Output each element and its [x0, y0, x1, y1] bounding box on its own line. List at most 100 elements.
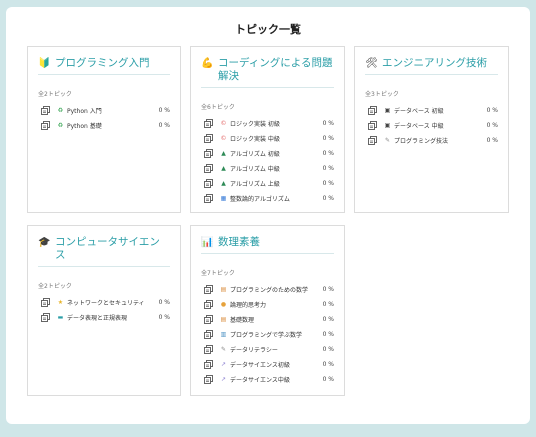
topic-icon: ▲	[221, 180, 226, 187]
documents-icon	[41, 313, 50, 322]
topic-icon: ▣	[384, 122, 391, 129]
topic-progress: 0 %	[322, 135, 334, 142]
category-icon: 📊	[201, 237, 214, 248]
topic-progress: 0 %	[322, 316, 334, 323]
topic-icon: ♻	[57, 107, 64, 114]
topic-label[interactable]: ロジック実装 初級	[230, 119, 314, 128]
topic-row[interactable]: ▲ アルゴリズム 上級 0 %	[201, 176, 334, 191]
topic-label[interactable]: データ表現と正規表現	[67, 313, 150, 322]
card-header[interactable]: 📊 数理素養	[201, 236, 334, 254]
topic-row[interactable]: ● 論理的思考力 0 %	[201, 297, 334, 312]
category-icon: 💪	[201, 58, 214, 69]
topic-row[interactable]: © ロジック実装 初級 0 %	[201, 116, 334, 131]
topic-progress: 0 %	[322, 286, 334, 293]
documents-icon	[204, 194, 213, 203]
topic-count: 全2トピック	[38, 283, 72, 290]
card-header[interactable]: 🎓 コンピュータサイエンス	[38, 236, 170, 267]
topic-progress: 0 %	[322, 150, 334, 157]
documents-icon	[204, 134, 213, 143]
topic-label[interactable]: プログラミング技法	[394, 136, 478, 145]
topic-row[interactable]: ↗ データサイエンス初級 0 %	[201, 357, 334, 372]
topic-label[interactable]: データサイエンス中級	[230, 375, 314, 384]
topic-row[interactable]: ✎ プログラミング技法 0 %	[365, 133, 498, 148]
page-title: トピック一覧	[235, 23, 301, 36]
topic-label[interactable]: 論理的思考力	[230, 300, 314, 309]
topic-progress: 0 %	[158, 314, 170, 321]
category-card: 🛠 エンジニアリング技術 全3トピック ▣ データベース 初級 0 % ▣ データベース 中級…	[354, 46, 509, 213]
category-title[interactable]: 数理素養	[218, 236, 260, 249]
topic-row[interactable]: ✎ データリテラシー 0 %	[201, 342, 334, 357]
category-icon: 🔰	[38, 58, 51, 69]
documents-icon	[204, 285, 213, 294]
documents-icon	[41, 121, 50, 130]
topic-row[interactable]: ▤ 基礎数理 0 %	[201, 312, 334, 327]
documents-icon	[204, 164, 213, 173]
documents-icon	[41, 298, 50, 307]
documents-icon	[204, 345, 213, 354]
topic-progress: 0 %	[158, 299, 170, 306]
topic-row[interactable]: ▬ データ表現と正規表現 0 %	[38, 310, 170, 325]
documents-icon	[368, 106, 377, 115]
topic-icon: ▤	[220, 316, 227, 323]
topic-row[interactable]: ▲ アルゴリズム 初級 0 %	[201, 146, 334, 161]
card-header[interactable]: 🛠 エンジニアリング技術	[365, 57, 498, 75]
topic-label[interactable]: アルゴリズム 中級	[230, 164, 314, 173]
topic-label[interactable]: プログラミングで学ぶ数学	[230, 330, 314, 339]
topic-count: 全7トピック	[201, 270, 235, 277]
topic-label[interactable]: データベース 中級	[394, 121, 478, 130]
card-header[interactable]: 💪 コーディングによる問題解決	[201, 57, 334, 88]
category-icon: 🎓	[38, 237, 51, 248]
topic-label[interactable]: Python 入門	[67, 106, 150, 115]
topic-progress: 0 %	[322, 346, 334, 353]
topic-icon: ©	[220, 120, 227, 127]
topic-label[interactable]: データサイエンス初級	[230, 360, 314, 369]
topic-progress: 0 %	[322, 301, 334, 308]
documents-icon	[368, 136, 377, 145]
topic-row[interactable]: ♻ Python 基礎 0 %	[38, 118, 170, 133]
topic-row[interactable]: © ロジック実装 中級 0 %	[201, 131, 334, 146]
topic-icon: ▣	[384, 107, 391, 114]
topic-label[interactable]: 基礎数理	[230, 315, 314, 324]
topic-label[interactable]: Python 基礎	[67, 121, 150, 130]
topic-row[interactable]: ▥ プログラミングで学ぶ数学 0 %	[201, 327, 334, 342]
topic-label[interactable]: プログラミングのための数学	[230, 285, 314, 294]
topic-count: 全2トピック	[38, 91, 72, 98]
topic-label[interactable]: ロジック実装 中級	[230, 134, 314, 143]
category-title[interactable]: コーディングによる問題解決	[218, 57, 334, 83]
category-icon: 🛠	[365, 58, 378, 69]
topic-row[interactable]: ▲ アルゴリズム 中級 0 %	[201, 161, 334, 176]
topic-progress: 0 %	[158, 122, 170, 129]
documents-icon	[204, 330, 213, 339]
topic-row[interactable]: ▣ データベース 初級 0 %	[365, 103, 498, 118]
category-title[interactable]: プログラミング入門	[55, 57, 150, 70]
topic-row[interactable]: ♻ Python 入門 0 %	[38, 103, 170, 118]
card-header[interactable]: 🔰 プログラミング入門	[38, 57, 170, 75]
topic-row[interactable]: ★ ネットワークとセキュリティ 0 %	[38, 295, 170, 310]
topic-progress: 0 %	[486, 122, 498, 129]
topic-icon: ✎	[220, 346, 227, 353]
documents-icon	[204, 315, 213, 324]
topic-label[interactable]: データベース 初級	[394, 106, 478, 115]
topic-progress: 0 %	[158, 107, 170, 114]
topic-icon: ↗	[220, 376, 227, 383]
documents-icon	[204, 360, 213, 369]
topic-progress: 0 %	[486, 107, 498, 114]
topic-row[interactable]: ↗ データサイエンス中級 0 %	[201, 372, 334, 387]
category-card: 🔰 プログラミング入門全2トピック ♻ Python 入門 0 % ♻ Python 基礎 0…	[27, 46, 181, 213]
topic-icon: ●	[220, 301, 227, 308]
topic-progress: 0 %	[322, 195, 334, 202]
topic-row[interactable]: ▤ プログラミングのための数学 0 %	[201, 282, 334, 297]
topic-label[interactable]: 整数論的アルゴリズム	[230, 194, 314, 203]
topic-icon: ▥	[220, 331, 227, 338]
documents-icon	[204, 300, 213, 309]
topic-label[interactable]: アルゴリズム 上級	[230, 179, 314, 188]
topic-row[interactable]: ▣ データベース 中級 0 %	[365, 118, 498, 133]
topic-label[interactable]: データリテラシー	[230, 345, 314, 354]
topic-row[interactable]: ▦ 整数論的アルゴリズム 0 %	[201, 191, 334, 206]
category-title[interactable]: エンジニアリング技術	[382, 57, 487, 70]
documents-icon	[204, 149, 213, 158]
topic-icon: ✎	[384, 137, 391, 144]
category-title[interactable]: コンピュータサイエンス	[55, 236, 170, 262]
topic-label[interactable]: ネットワークとセキュリティ	[67, 298, 150, 307]
topic-label[interactable]: アルゴリズム 初級	[230, 149, 314, 158]
